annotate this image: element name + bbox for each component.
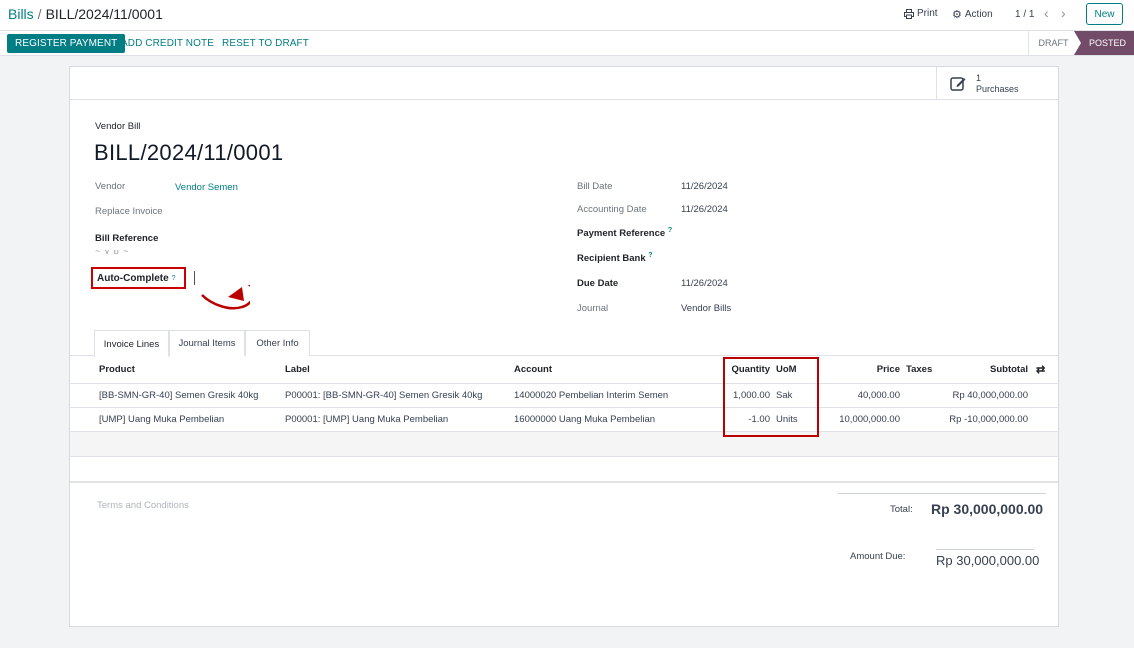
breadcrumb-separator: /	[37, 6, 42, 22]
print-button[interactable]: Print	[904, 8, 938, 19]
notebook-tabs: Invoice Lines Journal Items Other Info	[70, 330, 1058, 357]
help-icon: ?	[667, 227, 673, 234]
amount-due-value: Rp 30,000,000.00	[936, 553, 1040, 568]
footer-divider	[70, 481, 1058, 483]
table-row[interactable]: [BB-SMN-GR-40] Semen Gresik 40kg P00001:…	[70, 384, 1058, 408]
bill-date-field[interactable]: 11/26/2024	[681, 181, 728, 192]
pager-prev-icon[interactable]: ‹	[1044, 5, 1049, 21]
tab-journal-items[interactable]: Journal Items	[169, 330, 245, 356]
table-empty-row	[70, 432, 1058, 457]
journal-label: Journal	[577, 303, 609, 314]
col-taxes[interactable]: Taxes	[906, 356, 932, 383]
accounting-date-label: Accounting Date	[577, 204, 647, 215]
print-icon	[904, 8, 914, 19]
cell-account: 14000020 Pembelian Interim Semen	[514, 390, 669, 401]
pager-value[interactable]: 1 / 1	[1015, 9, 1034, 20]
cell-product: [UMP] Uang Muka Pembelian	[99, 414, 225, 425]
help-icon: ?	[171, 274, 176, 282]
purchases-label: Purchases	[976, 83, 1019, 94]
total-label: Total:	[890, 504, 913, 515]
document-type: Vendor Bill	[95, 121, 141, 132]
total-divider	[838, 493, 1046, 494]
bill-reference-field[interactable]: ~ y p ~	[95, 250, 145, 254]
total-value: Rp 30,000,000.00	[931, 501, 1044, 517]
status-bar: REGISTER PAYMENT ADD CREDIT NOTE RESET T…	[0, 31, 1134, 56]
purchases-smart-button[interactable]: 1 Purchases	[936, 67, 1058, 100]
col-product[interactable]: Product	[99, 356, 135, 383]
button-box: 1 Purchases	[70, 67, 1058, 100]
pager-next-icon[interactable]: ›	[1061, 5, 1066, 21]
breadcrumb: Bills / BILL/2024/11/0001	[8, 6, 163, 22]
purchases-count: 1	[976, 72, 982, 83]
payment-reference-text: Payment Reference	[577, 228, 666, 240]
control-panel: Bills / BILL/2024/11/0001 Print ⚙ Action 1…	[0, 0, 1134, 31]
column-settings-icon[interactable]: ⇄	[1036, 356, 1045, 383]
col-label[interactable]: Label	[285, 356, 310, 383]
accounting-date-field[interactable]: 11/26/2024	[681, 204, 728, 215]
auto-complete-label: Auto-Complete	[97, 272, 169, 284]
table-empty-row	[70, 457, 1058, 482]
reset-to-draft-button[interactable]: RESET TO DRAFT	[222, 38, 309, 49]
breadcrumb-current: BILL/2024/11/0001	[45, 6, 163, 22]
print-label: Print	[917, 8, 938, 19]
due-date-field[interactable]: 11/26/2024	[681, 278, 728, 289]
quantity-uom-highlight	[723, 357, 819, 437]
recipient-bank-label: Recipient Bank ?	[577, 252, 653, 264]
register-payment-button[interactable]: REGISTER PAYMENT	[7, 34, 126, 53]
col-price[interactable]: Price	[840, 356, 900, 383]
recipient-bank-text: Recipient Bank	[577, 253, 646, 265]
cell-price: 10,000,000.00	[839, 414, 900, 425]
auto-complete-highlight: Auto-Complete ?	[91, 267, 186, 289]
tab-other-info[interactable]: Other Info	[245, 330, 310, 356]
form-sheet: 1 Purchases Vendor Bill BILL/2024/11/000…	[69, 66, 1059, 627]
annotation-arrow-icon	[201, 285, 250, 310]
bill-reference-label: Bill Reference	[95, 233, 159, 244]
replace-invoice-label: Replace Invoice	[95, 206, 163, 217]
action-label: Action	[964, 9, 993, 20]
help-icon: ?	[648, 252, 653, 259]
cell-label: P00001: [UMP] Uang Muka Pembelian	[285, 414, 449, 425]
cell-account: 16000000 Uang Muka Pembelian	[514, 414, 656, 425]
cell-subtotal: Rp 40,000,000.00	[952, 390, 1028, 401]
due-date-label: Due Date	[577, 278, 619, 289]
vendor-field[interactable]: Vendor Semen	[175, 182, 238, 193]
col-account[interactable]: Account	[514, 356, 552, 383]
vendor-label: Vendor	[95, 181, 126, 192]
edit-icon	[950, 77, 966, 91]
cell-subtotal: Rp -10,000,000.00	[949, 414, 1028, 425]
journal-field[interactable]: Vendor Bills	[681, 303, 731, 314]
add-credit-note-button[interactable]: ADD CREDIT NOTE	[121, 38, 214, 49]
gear-icon: ⚙	[952, 9, 962, 21]
payment-reference-label: Payment Reference ?	[577, 227, 672, 239]
amount-due-label: Amount Due:	[850, 551, 906, 562]
cell-product: [BB-SMN-GR-40] Semen Gresik 40kg	[99, 390, 259, 401]
page-title: BILL/2024/11/0001	[94, 140, 284, 165]
cell-price: 40,000.00	[857, 390, 900, 401]
col-subtotal[interactable]: Subtotal	[950, 356, 1028, 383]
cell-label: P00001: [BB-SMN-GR-40] Semen Gresik 40kg	[285, 390, 483, 401]
auto-complete-field[interactable]	[194, 271, 195, 285]
breadcrumb-bills-link[interactable]: Bills	[8, 6, 34, 22]
terms-conditions-field[interactable]: Terms and Conditions	[97, 500, 189, 511]
bill-date-label: Bill Date	[577, 181, 613, 192]
new-button[interactable]: New	[1086, 3, 1123, 25]
table-header: Product Label Account Quantity UoM Price…	[70, 356, 1058, 384]
tab-invoice-lines[interactable]: Invoice Lines	[94, 330, 169, 357]
stage-posted[interactable]: POSTED	[1074, 31, 1134, 55]
action-button[interactable]: ⚙ Action	[952, 8, 993, 21]
table-row[interactable]: [UMP] Uang Muka Pembelian P00001: [UMP] …	[70, 408, 1058, 432]
stage-draft[interactable]: DRAFT	[1028, 31, 1078, 55]
amount-due-divider	[936, 549, 1034, 550]
